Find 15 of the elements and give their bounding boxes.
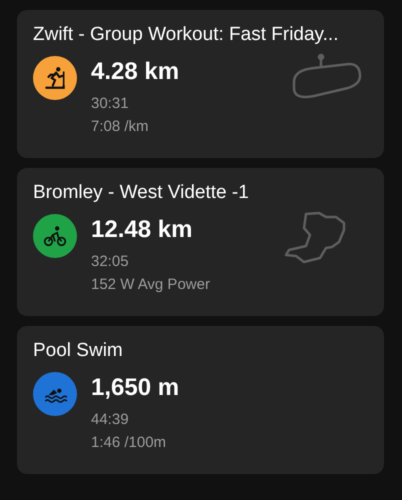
activity-stat: 30:31 [91,94,130,114]
activity-stat: 32:05 [91,252,130,272]
activity-stat: 44:39 [91,410,130,430]
activity-card[interactable]: Zwift - Group Workout: Fast Friday... 4.28 km 30:31 7:08 /km [17,10,384,158]
distance-value: 12.48 km [91,216,194,244]
activity-title: Bromley - West Vidette -1 [33,182,250,204]
activity-stat: 1:46 /100m [91,433,168,453]
activity-title: Pool Swim [33,340,124,362]
activity-card[interactable]: Bromley - West Vidette -1 12.48 km 32:05 152 W Avg Power [17,168,384,316]
distance-value: 1,650 m [91,374,180,402]
activity-title: Zwift - Group Workout: Fast Friday... [33,24,340,46]
activity-card[interactable]: Pool Swim 1,650 m 44:39 1:46 /100m [17,326,384,474]
activity-stat: 152 W Avg Power [91,275,211,295]
activity-stat: 7:08 /km [91,117,150,137]
distance-value: 4.28 km [91,58,180,86]
